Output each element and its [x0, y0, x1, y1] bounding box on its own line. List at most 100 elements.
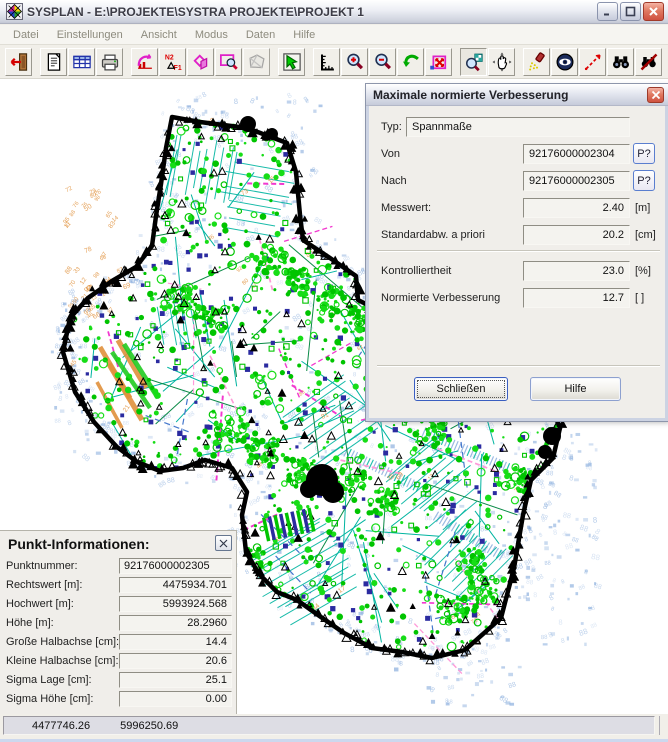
svg-text:88: 88 — [313, 216, 323, 226]
print-button[interactable] — [96, 48, 123, 76]
app-icon[interactable] — [6, 3, 23, 20]
svg-text:8: 8 — [244, 568, 251, 576]
svg-text:8: 8 — [530, 564, 537, 573]
svg-text:8: 8 — [399, 661, 403, 668]
svg-text:88: 88 — [488, 643, 497, 652]
zoom-out-button[interactable] — [369, 48, 396, 76]
status-bar: 4477746.26 5996250.69 — [0, 714, 668, 742]
nach-label: Nach — [381, 175, 407, 187]
svg-text:88: 88 — [476, 673, 485, 681]
title-bar: SYSPLAN - E:\PROJEKTE\SYSTRA PROJEKTE\PR… — [0, 0, 668, 24]
svg-text:88: 88 — [590, 622, 599, 631]
svg-text:88: 88 — [590, 533, 600, 543]
panel-row-hoehe: Höhe [m]:28.2960 — [0, 614, 237, 633]
nach-point-select-button[interactable]: P? — [633, 170, 655, 191]
highlight-button[interactable] — [523, 48, 550, 76]
svg-text:88: 88 — [491, 629, 504, 642]
minimize-button[interactable] — [597, 2, 618, 21]
svg-text:8: 8 — [435, 671, 440, 679]
app-window: SYSPLAN - E:\PROJEKTE\SYSTRA PROJEKTE\PR… — [0, 0, 668, 742]
svg-text:8: 8 — [249, 96, 256, 106]
kontrolliertheit-unit: [%] — [635, 265, 651, 277]
table-button[interactable] — [68, 48, 95, 76]
svg-text:8: 8 — [540, 481, 547, 491]
search-button[interactable] — [607, 48, 634, 76]
pointer-icon — [282, 52, 302, 72]
svg-text:8: 8 — [148, 180, 156, 190]
svg-text:8: 8 — [57, 394, 63, 403]
punktnummer-field: 92176000002305 — [119, 558, 232, 574]
search-off-button[interactable] — [635, 48, 662, 76]
menu-ansicht[interactable]: Ansicht — [132, 27, 186, 43]
svg-text:8: 8 — [524, 536, 530, 544]
window-title: SYSPLAN - E:\PROJEKTE\SYSTRA PROJEKTE\PR… — [27, 5, 597, 19]
svg-text:8: 8 — [533, 592, 537, 599]
menu-einstellungen[interactable]: Einstellungen — [48, 27, 132, 43]
svg-text:8: 8 — [306, 99, 309, 105]
svg-text:8: 8 — [568, 473, 574, 483]
svg-text:88: 88 — [508, 681, 518, 690]
panel-row-rechtswert: Rechtswert [m]:4475934.701 — [0, 576, 237, 595]
hilfe-button[interactable]: Hilfe — [530, 377, 621, 401]
flag-select-button[interactable] — [187, 48, 214, 76]
svg-text:88: 88 — [80, 451, 92, 463]
dialog-title-bar[interactable]: Maximale normierte Verbesserung — [366, 84, 668, 106]
point-labels-button[interactable]: N2F1 — [159, 48, 186, 76]
zoom-in-button[interactable] — [341, 48, 368, 76]
close-button[interactable] — [643, 2, 664, 21]
svg-text:72: 72 — [65, 186, 74, 194]
svg-text:12: 12 — [79, 276, 89, 286]
menu-hilfe[interactable]: Hilfe — [284, 27, 324, 43]
exit-button[interactable] — [5, 48, 32, 76]
svg-text:8: 8 — [551, 578, 556, 585]
panel-close-button[interactable] — [215, 535, 232, 551]
scale-button[interactable] — [313, 48, 340, 76]
panel-row-hochwert: Hochwert [m]:5993924.568 — [0, 595, 237, 614]
dialog-separator-2 — [377, 365, 660, 367]
svg-text:8: 8 — [233, 97, 238, 106]
zoom-window-button[interactable] — [460, 48, 487, 76]
normierte-field: 12.7 — [523, 288, 630, 308]
svg-text:8: 8 — [160, 111, 164, 118]
maximize-button[interactable] — [620, 2, 641, 21]
svg-text:8: 8 — [350, 645, 355, 654]
dialog-separator-1 — [377, 250, 660, 252]
zoom-extents-icon — [429, 52, 449, 72]
panel-title: Punkt-Informationen: — [0, 531, 236, 555]
undo-button[interactable] — [397, 48, 424, 76]
svg-text:88: 88 — [447, 684, 455, 692]
schliessen-button[interactable]: Schließen — [414, 377, 508, 401]
dialog-close-button[interactable] — [647, 87, 664, 103]
status-hochwert: 5996250.69 — [120, 720, 178, 732]
undo-icon — [401, 52, 421, 72]
measure-icon — [583, 52, 603, 72]
polygon-icon — [247, 52, 267, 72]
menu-datei[interactable]: Datei — [4, 27, 48, 43]
view-icon — [555, 52, 575, 72]
von-point-select-button[interactable]: P? — [633, 143, 655, 164]
view-button[interactable] — [551, 48, 578, 76]
report-button[interactable] — [40, 48, 67, 76]
von-field: 92176000002304 — [523, 144, 630, 164]
zoom-extents-button[interactable] — [425, 48, 452, 76]
normierte-unit: [ ] — [635, 292, 644, 304]
pointer-button[interactable] — [278, 48, 305, 76]
svg-text:8: 8 — [292, 97, 297, 106]
svg-text:88: 88 — [80, 343, 88, 350]
svg-text:8: 8 — [560, 637, 566, 645]
svg-text:8: 8 — [538, 532, 544, 539]
plot-statistics-button[interactable] — [131, 48, 158, 76]
zoom-select-button[interactable] — [215, 48, 242, 76]
menu-daten[interactable]: Daten — [237, 27, 284, 43]
svg-text:88: 88 — [54, 418, 61, 425]
pan-button[interactable] — [488, 48, 515, 76]
measure-button[interactable] — [579, 48, 606, 76]
svg-text:88: 88 — [526, 578, 535, 586]
polygon-button[interactable] — [243, 48, 270, 76]
svg-text:8: 8 — [553, 527, 558, 536]
menu-modus[interactable]: Modus — [186, 27, 237, 43]
rechtswert-field: 4475934.701 — [119, 577, 232, 593]
svg-text:8: 8 — [236, 486, 242, 494]
svg-text:88: 88 — [562, 510, 572, 520]
svg-text:88: 88 — [578, 522, 589, 533]
